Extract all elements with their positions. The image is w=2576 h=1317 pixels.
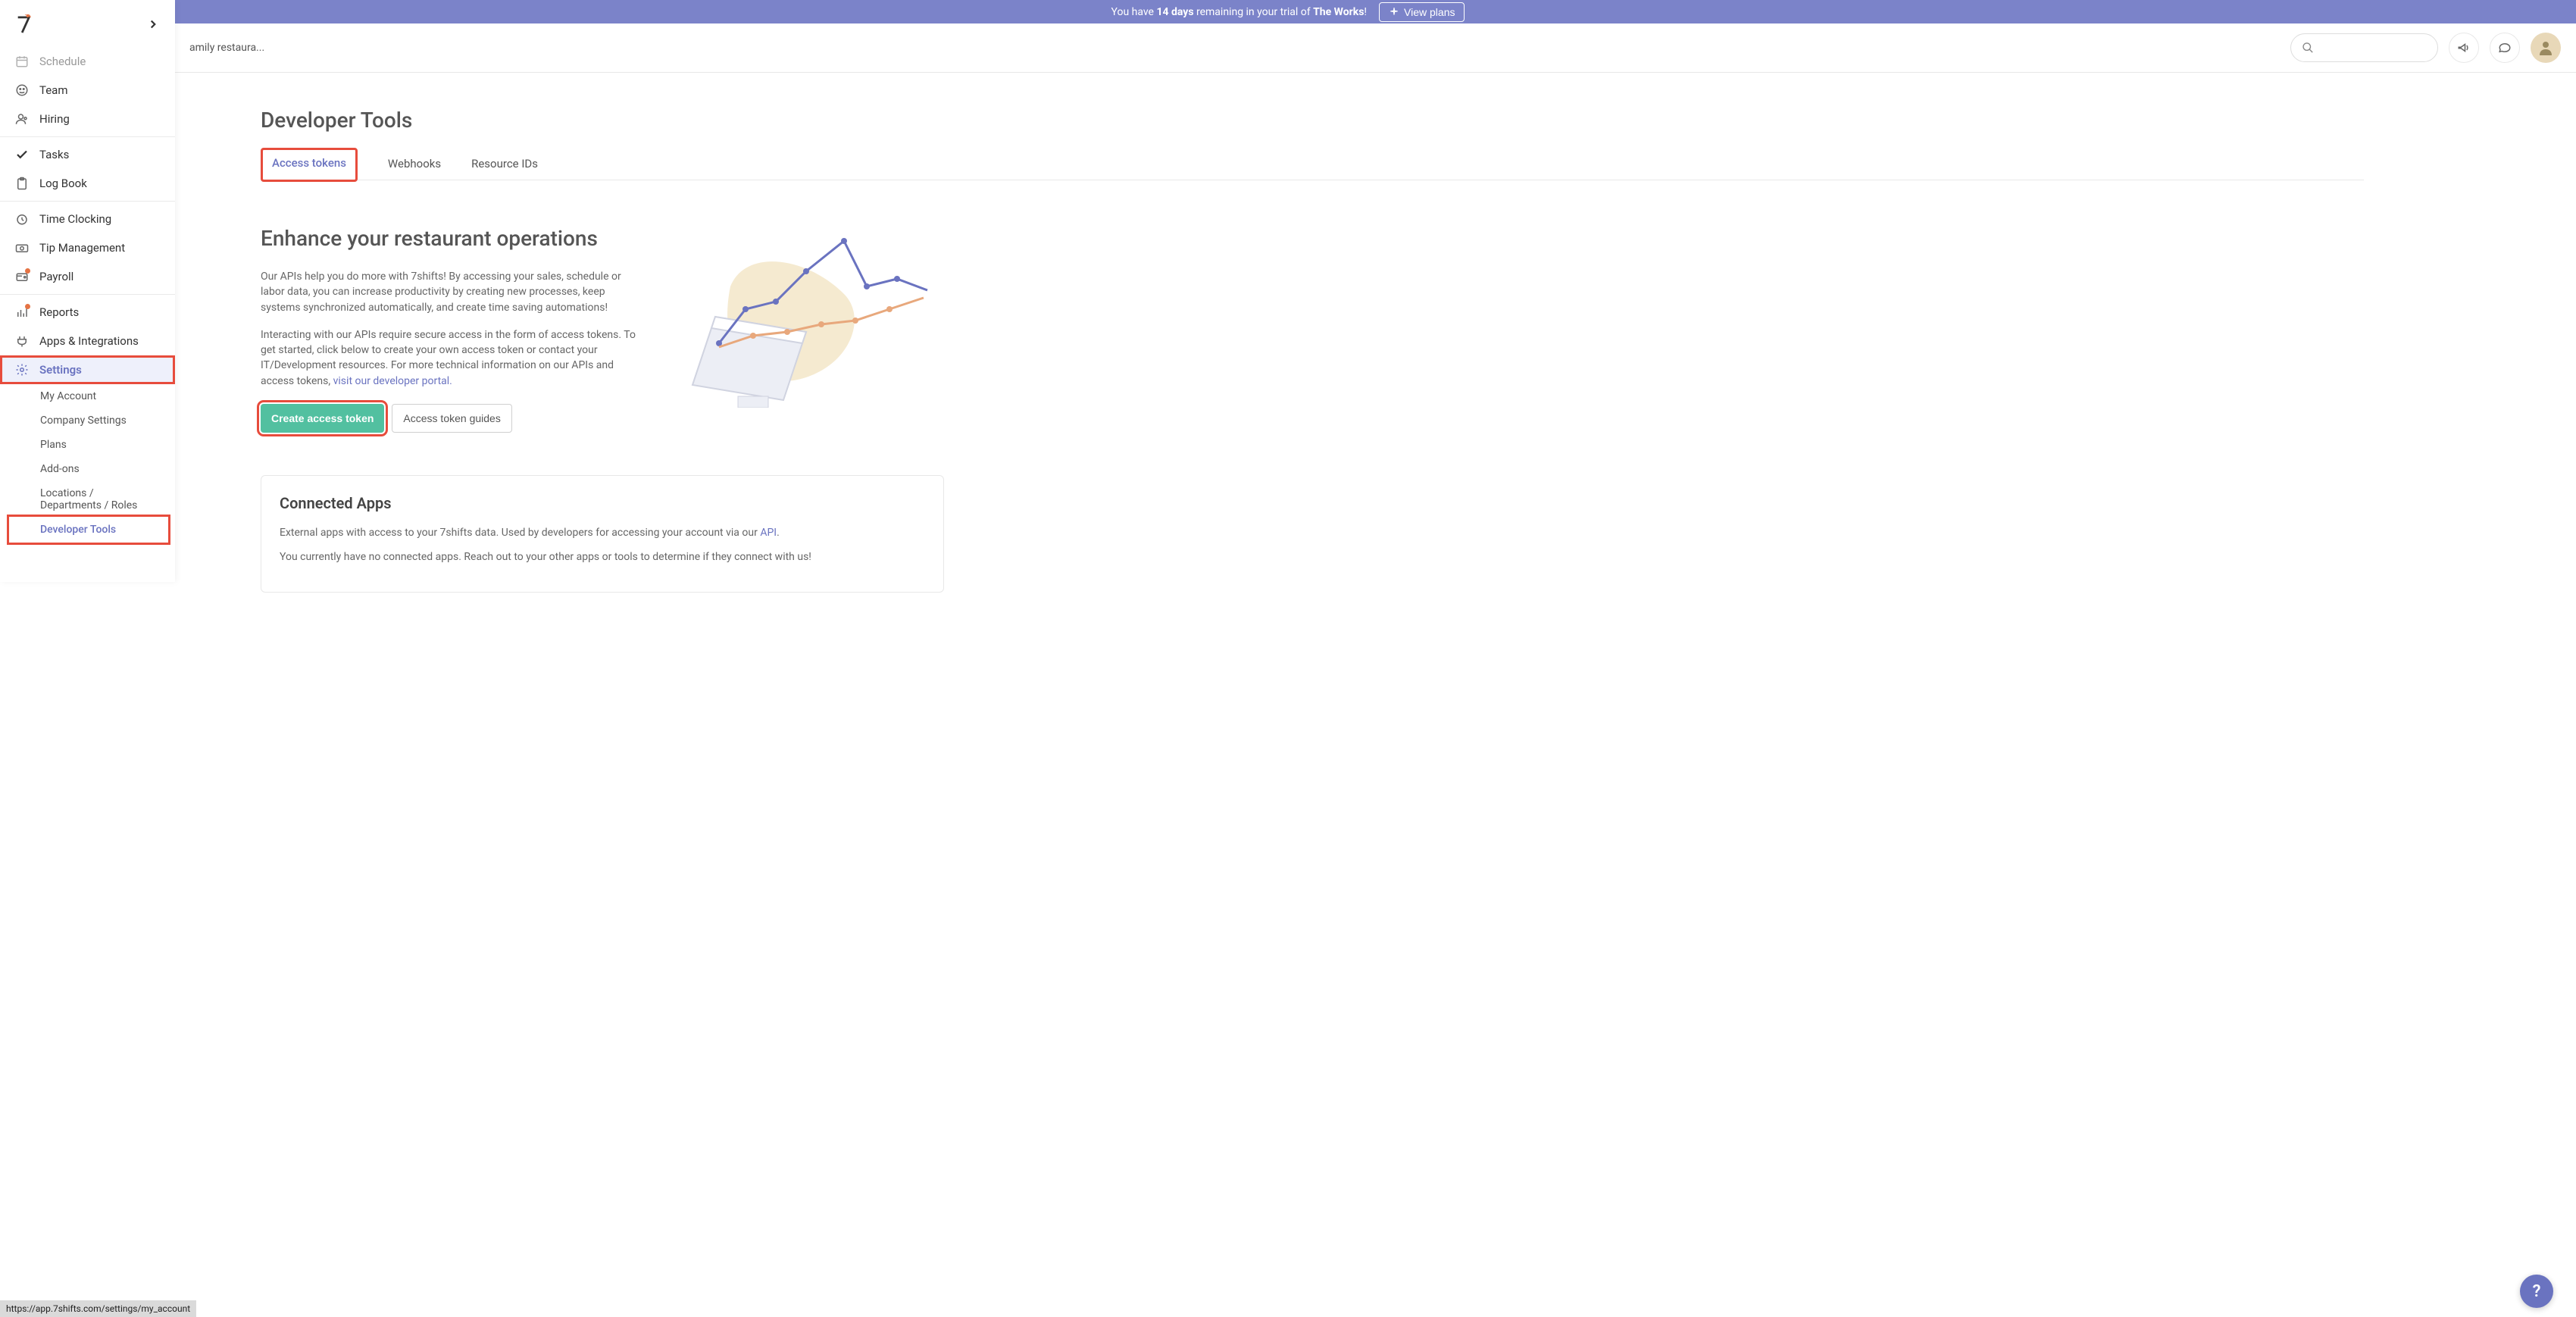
- card-p2: You currently have no connected apps. Re…: [280, 549, 925, 565]
- settings-submenu: My Account Company Settings Plans Add-on…: [0, 384, 175, 542]
- sparkle-icon: [1389, 7, 1399, 17]
- megaphone-icon: [2457, 41, 2471, 55]
- announcements-button[interactable]: [2449, 33, 2479, 63]
- sidebar-item-reports[interactable]: Reports: [0, 298, 175, 327]
- people-icon: [15, 112, 29, 126]
- sidebar-item-tipmgmt[interactable]: Tip Management: [0, 233, 175, 262]
- submenu-company-settings[interactable]: Company Settings: [40, 408, 175, 433]
- nav-label: Payroll: [39, 270, 73, 283]
- card-title: Connected Apps: [280, 494, 925, 512]
- hero-section: Enhance your restaurant operations Our A…: [261, 226, 2364, 433]
- nav-label: Hiring: [39, 112, 70, 126]
- status-url: https://app.7shifts.com/settings/my_acco…: [0, 1300, 196, 1317]
- tabs: Access tokens Webhooks Resource IDs: [261, 148, 2364, 180]
- calendar-icon: [15, 55, 29, 68]
- submenu-locations[interactable]: Locations / Departments / Roles: [40, 481, 175, 518]
- connected-apps-card: Connected Apps External apps with access…: [261, 475, 944, 593]
- card-p1: External apps with access to your 7shift…: [280, 524, 925, 541]
- sidebar-item-hiring[interactable]: Hiring: [0, 105, 175, 133]
- gear-icon: [15, 363, 29, 377]
- tab-webhooks[interactable]: Webhooks: [388, 148, 441, 180]
- user-icon: [2537, 39, 2555, 57]
- hero-p1: Our APIs help you do more with 7shifts! …: [261, 269, 639, 315]
- sidebar-item-schedule[interactable]: Schedule: [0, 47, 175, 76]
- clipboard-icon: [15, 177, 29, 190]
- sidebar-item-timeclocking[interactable]: Time Clocking: [0, 205, 175, 233]
- clock-icon: [15, 212, 29, 226]
- access-token-guides-button[interactable]: Access token guides: [392, 404, 511, 433]
- trial-banner: You have 14 days remaining in your trial…: [0, 0, 2576, 23]
- nav-label: Team: [39, 83, 68, 97]
- search-field[interactable]: [2290, 33, 2438, 62]
- tab-resource-ids[interactable]: Resource IDs: [471, 148, 538, 180]
- submenu-developer-tools[interactable]: Developer Tools: [10, 518, 167, 542]
- topbar: amily restaura...: [0, 23, 2576, 73]
- sidebar-item-settings[interactable]: Settings: [0, 355, 175, 384]
- hero-illustration: [670, 226, 943, 408]
- main-content: Developer Tools Access tokens Webhooks R…: [261, 73, 2364, 593]
- breadcrumb[interactable]: amily restaura...: [189, 42, 264, 54]
- submenu-plans[interactable]: Plans: [40, 433, 175, 457]
- nav-label: Apps & Integrations: [39, 334, 139, 348]
- nav-label: Reports: [39, 305, 79, 319]
- nav-label: Time Clocking: [39, 212, 111, 226]
- page-title: Developer Tools: [261, 108, 2364, 133]
- nav-label: Tip Management: [39, 241, 125, 255]
- sidebar-item-payroll[interactable]: Payroll: [0, 262, 175, 291]
- submenu-addons[interactable]: Add-ons: [40, 457, 175, 481]
- smiley-icon: [15, 83, 29, 97]
- hero-title: Enhance your restaurant operations: [261, 226, 639, 251]
- chat-icon: [2498, 41, 2512, 55]
- tab-access-tokens[interactable]: Access tokens: [261, 148, 358, 182]
- sidebar-item-tasks[interactable]: Tasks: [0, 140, 175, 169]
- wallet-icon: [15, 270, 29, 283]
- banner-text: You have 14 days remaining in your trial…: [1111, 6, 1368, 18]
- help-button[interactable]: ?: [2520, 1275, 2553, 1308]
- nav-label: Schedule: [39, 55, 86, 68]
- sidebar: Schedule Team Hiring Tasks Log Book Time…: [0, 0, 175, 582]
- nav-label: Log Book: [39, 177, 87, 190]
- plug-icon: [15, 334, 29, 348]
- api-link[interactable]: API: [760, 527, 777, 539]
- chart-icon: [15, 305, 29, 319]
- check-icon: [15, 148, 29, 161]
- messages-button[interactable]: [2490, 33, 2520, 63]
- search-input[interactable]: [2314, 42, 2427, 54]
- sidebar-item-logbook[interactable]: Log Book: [0, 169, 175, 198]
- sidebar-header: [0, 0, 175, 48]
- view-plans-button[interactable]: View plans: [1379, 2, 1465, 22]
- hero-p2: Interacting with our APIs require secure…: [261, 327, 639, 389]
- create-access-token-button[interactable]: Create access token: [261, 404, 384, 433]
- logo[interactable]: [15, 14, 32, 34]
- nav-label: Tasks: [39, 148, 69, 161]
- search-icon: [2302, 41, 2314, 55]
- avatar[interactable]: [2531, 33, 2561, 63]
- sidebar-item-apps[interactable]: Apps & Integrations: [0, 327, 175, 355]
- money-icon: [15, 241, 29, 255]
- submenu-my-account[interactable]: My Account: [40, 384, 175, 408]
- chevron-right-icon[interactable]: [146, 17, 160, 31]
- developer-portal-link[interactable]: visit our developer portal.: [333, 375, 452, 387]
- sidebar-item-team[interactable]: Team: [0, 76, 175, 105]
- nav-label: Settings: [39, 363, 82, 377]
